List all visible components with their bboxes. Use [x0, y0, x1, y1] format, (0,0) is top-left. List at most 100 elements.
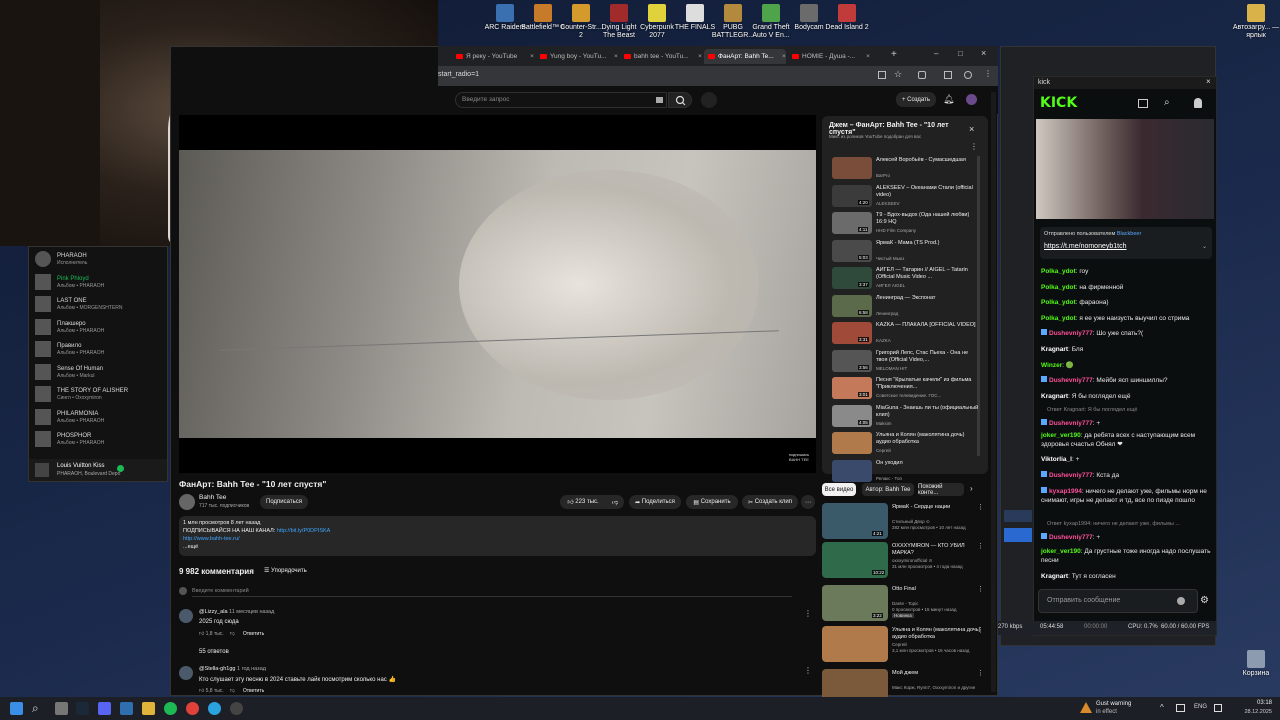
- maximize-icon[interactable]: □: [958, 49, 963, 58]
- task-view-icon[interactable]: [55, 702, 68, 715]
- playlist-menu-icon[interactable]: ⋮: [970, 142, 978, 151]
- spotify-library-item[interactable]: PHILARMONIA Альбом • PHARAOH: [35, 407, 165, 427]
- spotify-library-item[interactable]: Плакшеро Альбом • PHARAOH: [35, 317, 165, 337]
- start-windows-icon[interactable]: [10, 702, 23, 715]
- browser-tab[interactable]: ФанАрт: Bahh Te... ×: [704, 49, 786, 64]
- pinned-expand-icon[interactable]: ⌄: [1202, 243, 1207, 250]
- clock-date[interactable]: 28.12.2025: [1236, 709, 1272, 715]
- chat-username[interactable]: Winzer: [1041, 362, 1062, 369]
- voice-search-icon[interactable]: [701, 92, 717, 108]
- spotify-library-item[interactable]: Sense Of Human Альбом • Markul: [35, 362, 165, 382]
- kick-settings-gear-icon[interactable]: ⚙︎: [1200, 595, 1209, 606]
- comment-avatar[interactable]: [179, 609, 193, 623]
- comment-reply-button[interactable]: Ответить: [243, 631, 264, 637]
- comment-menu-icon[interactable]: ⋮: [804, 609, 812, 618]
- chat-username[interactable]: Polka_ydot: [1041, 284, 1076, 291]
- sort-comments-button[interactable]: ☰ Упорядочить: [264, 567, 307, 574]
- browser-tab[interactable]: HOMIE - Душа -... ×: [788, 49, 870, 64]
- pinned-link[interactable]: https://t.me/nomoneyb1tch: [1044, 243, 1127, 250]
- search-input[interactable]: Введите запрос: [455, 92, 667, 108]
- channel-avatar[interactable]: [179, 494, 195, 510]
- add-comment-input[interactable]: Введите комментарий: [192, 588, 792, 597]
- filter-chip[interactable]: Автор: Bahh Tee: [862, 483, 914, 496]
- playlist-item[interactable]: Он уходил Релакс - Топ: [832, 459, 982, 486]
- channel-name[interactable]: Bahh Tee: [199, 494, 226, 501]
- more-actions-icon[interactable]: ⋯: [801, 495, 815, 509]
- tab-search-icon[interactable]: [944, 71, 952, 79]
- chips-next-icon[interactable]: ›: [970, 484, 973, 493]
- spotify-library-item[interactable]: PHOSPHOR Альбом • PHARAOH: [35, 429, 165, 449]
- comment-dislike-icon[interactable]: 👎︎: [230, 631, 235, 637]
- minimize-icon[interactable]: –: [934, 49, 938, 58]
- share-button[interactable]: ➦ Поделиться: [629, 495, 681, 509]
- profile-icon[interactable]: [964, 71, 972, 79]
- comment-replies-toggle[interactable]: 55 ответов: [199, 649, 229, 655]
- spotify-now-playing[interactable]: Louis Vuitton Kiss PHARAOH, Boulevard De…: [29, 459, 167, 481]
- address-bar[interactable]: start_radio=1 ☆ ⋮: [438, 66, 998, 86]
- clock-time[interactable]: 03:18: [1244, 700, 1272, 706]
- install-icon[interactable]: [878, 71, 886, 79]
- tab-close-icon[interactable]: ×: [866, 53, 870, 60]
- chat-username[interactable]: Dushevniy777: [1049, 330, 1093, 337]
- bookmark-star-icon[interactable]: ☆: [894, 69, 902, 80]
- tab-close-icon[interactable]: ×: [614, 53, 618, 60]
- keyboard-icon[interactable]: [656, 97, 663, 103]
- chat-username[interactable]: Polka_ydot: [1041, 268, 1076, 275]
- spotify-library-item[interactable]: PHARAOH Исполнитель: [35, 249, 165, 269]
- spotify-library-item[interactable]: Правило Альбом • PHARAOH: [35, 339, 165, 359]
- chat-username[interactable]: Polka_ydot: [1041, 299, 1076, 306]
- like-button[interactable]: 👍︎ 223 тыс.: [560, 495, 606, 509]
- chat-username[interactable]: Kragnart: [1041, 346, 1068, 353]
- desktop-icon-autostart[interactable]: Автозагру... — ярлык: [1226, 4, 1280, 40]
- recommended-menu-icon[interactable]: ⋮: [977, 503, 984, 511]
- emoji-icon[interactable]: [1177, 597, 1185, 605]
- browser-tab[interactable]: Yung boy - YouTu... ×: [536, 49, 618, 64]
- comment-author[interactable]: @Lizzy_ala: [199, 609, 228, 615]
- recommended-video[interactable]: 4:21 ЯрмаК - Сердце нации Стильный Двор ⊙ 2…: [822, 503, 990, 539]
- wifi-icon[interactable]: [1214, 704, 1222, 712]
- chat-username[interactable]: joker_ver190: [1041, 548, 1081, 555]
- chat-username[interactable]: Dushevniy777: [1049, 420, 1093, 427]
- comment-dislike-icon[interactable]: 👎︎: [230, 688, 235, 694]
- chat-username[interactable]: Polka_ydot: [1041, 315, 1076, 322]
- recommended-menu-icon[interactable]: ⋮: [977, 585, 984, 593]
- recommended-menu-icon[interactable]: ⋮: [977, 669, 984, 677]
- recommended-menu-icon[interactable]: ⋮: [977, 542, 984, 550]
- description-more[interactable]: ...ещё: [183, 544, 198, 550]
- description-link-1[interactable]: http://bit.ly/P0DPISKA: [277, 528, 331, 534]
- description-box[interactable]: 1 млн просмотров 8 лет назад ПОДПИСЫВАЙС…: [179, 516, 816, 556]
- spotify-library-item[interactable]: THE STORY OF ALISHER Сингл • Oxxxymiron: [35, 384, 165, 404]
- tab-close-icon[interactable]: ×: [782, 53, 786, 60]
- chat-username[interactable]: joker_ver190: [1041, 432, 1081, 439]
- close-window-icon[interactable]: ×: [981, 48, 986, 58]
- playlist-item[interactable]: 3:31 KAZKA — ПЛАКАЛА [OFFICIAL VIDEO] KAZK…: [832, 322, 982, 348]
- subscribe-button[interactable]: Подписаться: [260, 495, 308, 509]
- close-playlist-icon[interactable]: ×: [969, 124, 974, 134]
- chat-username[interactable]: Dushevniy777: [1049, 534, 1093, 541]
- avatar[interactable]: [966, 94, 977, 105]
- comment-reply-button[interactable]: Ответить: [243, 688, 264, 694]
- kick-search-icon[interactable]: ⌕: [1164, 97, 1170, 108]
- playlist-item[interactable]: 3:56 Григорий Лепс, Стас Пьеха - Она не т…: [832, 349, 982, 376]
- filter-chip[interactable]: Все видео: [822, 483, 856, 496]
- spotify-library-item[interactable]: LAST ONE Альбом • MORGENSHTERN: [35, 294, 165, 314]
- notifications-bell-icon[interactable]: 🔔︎: [943, 94, 954, 105]
- chat-username[interactable]: Viktorlia_I: [1041, 456, 1072, 463]
- browser-tab[interactable]: bahh tee - YouTu... ×: [620, 49, 702, 64]
- playlist-item[interactable]: Алексей Воробьёв - Сумасшедшая BarPro: [832, 157, 982, 183]
- chat-username[interactable]: kyxap1994: [1049, 488, 1082, 495]
- comment-avatar[interactable]: [179, 666, 193, 680]
- desktop-icon-trash[interactable]: Корзина: [1226, 650, 1280, 678]
- tab-close-icon[interactable]: ×: [698, 53, 702, 60]
- steam-icon[interactable]: [76, 702, 89, 715]
- chat-username[interactable]: Kragnart: [1041, 573, 1068, 580]
- playlist-item[interactable]: 4:11 T9 - Вдох-выдох (Ода нашей любви) 16…: [832, 212, 982, 238]
- comment-like-icon[interactable]: 👍︎: [199, 688, 206, 694]
- browser-tab[interactable]: Я реку - YouTube ×: [452, 49, 534, 64]
- recommended-menu-icon[interactable]: ⋮: [977, 626, 984, 634]
- kick-logo[interactable]: KICK: [1040, 95, 1077, 111]
- file-explorer-icon[interactable]: [142, 702, 155, 715]
- tray-chevron-icon[interactable]: ^: [1160, 703, 1164, 712]
- filter-chip[interactable]: Похожий конте...: [918, 483, 964, 496]
- taskbar-app-icon[interactable]: [120, 702, 133, 715]
